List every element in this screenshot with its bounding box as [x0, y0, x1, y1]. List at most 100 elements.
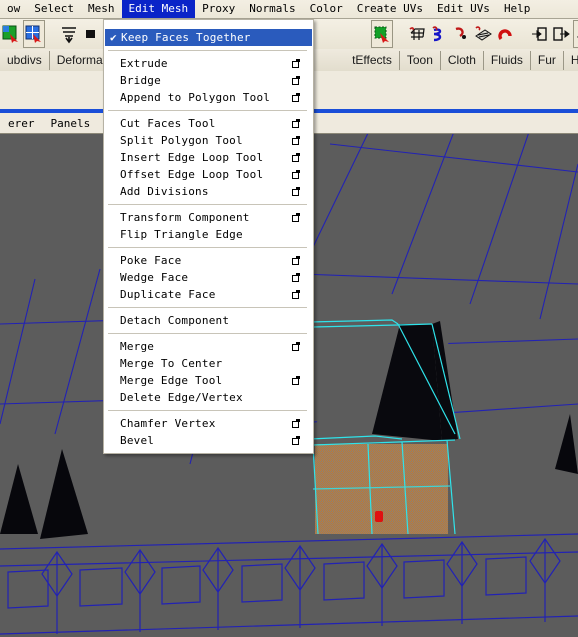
menu-item-detach-component[interactable]: Detach Component [104, 312, 313, 329]
menu-item-help[interactable]: Help [497, 0, 538, 18]
selected-mesh [312, 321, 458, 534]
menu-item-keep-faces-together[interactable]: ✔ Keep Faces Together [105, 29, 312, 46]
option-box-icon[interactable] [292, 119, 301, 128]
check-icon: ✔ [110, 31, 117, 44]
menu-item-add-divisions[interactable]: Add Divisions [104, 183, 313, 200]
magnet-point-icon[interactable] [451, 21, 471, 47]
menu-item-label: Bevel [120, 434, 155, 447]
option-box-icon[interactable] [292, 213, 301, 222]
shelf-tab-effects[interactable]: tEffects [345, 50, 400, 70]
shelf-tab-fluids[interactable]: Fluids [484, 50, 531, 70]
shelf-tab-hair[interactable]: Hair [564, 51, 578, 70]
paint-select-icon[interactable] [371, 20, 393, 48]
menu-item-label: Flip Triangle Edge [120, 228, 243, 241]
menu-separator [108, 333, 307, 334]
menu-item-append-to-polygon-tool[interactable]: Append to Polygon Tool [104, 89, 313, 106]
menu-separator [108, 247, 307, 248]
menu-item-merge-to-center[interactable]: Merge To Center [104, 355, 313, 372]
menu-item-mesh[interactable]: Mesh [81, 0, 122, 18]
menu-separator [108, 307, 307, 308]
menu-item-duplicate-face[interactable]: Duplicate Face [104, 286, 313, 303]
edit-mesh-dropdown-menu[interactable]: ✔ Keep Faces Together Extrude Bridge App… [103, 19, 314, 454]
menu-item-ow[interactable]: ow [0, 0, 27, 18]
menu-item-label: Add Divisions [120, 185, 209, 198]
option-box-icon[interactable] [292, 436, 301, 445]
menu-item-select[interactable]: Select [27, 0, 81, 18]
menu-item-label: Append to Polygon Tool [120, 91, 271, 104]
soft-modification-icon[interactable] [59, 21, 79, 47]
menu-item-label: Insert Edge Loop Tool [120, 151, 264, 164]
menu-item-offset-edge-loop-tool[interactable]: Offset Edge Loop Tool [104, 166, 313, 183]
menu-item-label: Cut Faces Tool [120, 117, 216, 130]
panel-menu-panels[interactable]: Panels [43, 116, 99, 131]
poly-grid-select-icon[interactable] [23, 20, 45, 48]
magnet-icon[interactable] [495, 21, 515, 47]
panel-menu-renderer[interactable]: erer [0, 116, 43, 131]
menu-item-label: Delete Edge/Vertex [120, 391, 243, 404]
option-box-icon[interactable] [292, 376, 301, 385]
menu-item-label: Merge To Center [120, 357, 223, 370]
menu-item-label: Transform Component [120, 211, 250, 224]
menu-item-merge[interactable]: Merge [104, 338, 313, 355]
menu-item-bevel[interactable]: Bevel [104, 432, 313, 449]
option-box-icon[interactable] [292, 153, 301, 162]
menu-item-split-polygon-tool[interactable]: Split Polygon Tool [104, 132, 313, 149]
option-box-icon[interactable] [292, 93, 301, 102]
square-filled-icon[interactable] [81, 21, 101, 47]
menu-item-label: Merge Edge Tool [120, 374, 223, 387]
menu-item-edit-mesh[interactable]: Edit Mesh [121, 0, 196, 18]
option-box-icon[interactable] [292, 342, 301, 351]
menu-separator [108, 110, 307, 111]
menu-item-extrude[interactable]: Extrude [104, 55, 313, 72]
menu-item-normals[interactable]: Normals [242, 0, 302, 18]
menu-item-edit-uvs[interactable]: Edit UVs [430, 0, 497, 18]
option-box-icon[interactable] [292, 256, 301, 265]
import-icon[interactable] [529, 21, 549, 47]
option-box-icon[interactable] [292, 273, 301, 282]
poly-face-select-icon[interactable] [1, 21, 21, 47]
menu-item-cut-faces-tool[interactable]: Cut Faces Tool [104, 115, 313, 132]
menu-item-wedge-face[interactable]: Wedge Face [104, 269, 313, 286]
main-menu-bar[interactable]: ow Select Mesh Edit Mesh Proxy Normals C… [0, 0, 578, 19]
option-box-icon[interactable] [292, 59, 301, 68]
menu-item-proxy[interactable]: Proxy [195, 0, 242, 18]
menu-item-label: Bridge [120, 74, 161, 87]
menu-item-flip-triangle-edge[interactable]: Flip Triangle Edge [104, 226, 313, 243]
menu-item-create-uvs[interactable]: Create UVs [350, 0, 430, 18]
menu-item-chamfer-vertex[interactable]: Chamfer Vertex [104, 415, 313, 432]
rigid-body-icon[interactable] [573, 20, 578, 48]
menu-item-merge-edge-tool[interactable]: Merge Edge Tool [104, 372, 313, 389]
maya-application-window: ow Select Mesh Edit Mesh Proxy Normals C… [0, 0, 578, 637]
menu-item-label: Split Polygon Tool [120, 134, 243, 147]
lattice-icon[interactable] [407, 21, 427, 47]
menu-item-label: Keep Faces Together [121, 31, 251, 44]
export-icon[interactable] [551, 21, 571, 47]
option-box-icon[interactable] [292, 419, 301, 428]
shelf-tab-cloth[interactable]: Cloth [441, 50, 484, 70]
menu-item-label: Poke Face [120, 254, 182, 267]
menu-item-label: Chamfer Vertex [120, 417, 216, 430]
menu-item-transform-component[interactable]: Transform Component [104, 209, 313, 226]
shelf-tab-fur[interactable]: Fur [531, 50, 564, 70]
menu-separator [108, 410, 307, 411]
shelf-tab-subdivs[interactable]: ubdivs [0, 50, 50, 70]
option-box-icon[interactable] [292, 136, 301, 145]
menu-item-label: Duplicate Face [120, 288, 216, 301]
menu-separator [108, 50, 307, 51]
option-box-icon[interactable] [292, 290, 301, 299]
menu-item-delete-edge-vertex[interactable]: Delete Edge/Vertex [104, 389, 313, 406]
option-box-icon[interactable] [292, 187, 301, 196]
menu-item-label: Detach Component [120, 314, 230, 327]
menu-item-label: Offset Edge Loop Tool [120, 168, 264, 181]
option-box-icon[interactable] [292, 170, 301, 179]
menu-item-poke-face[interactable]: Poke Face [104, 252, 313, 269]
wire-deform-icon[interactable] [473, 21, 493, 47]
menu-item-bridge[interactable]: Bridge [104, 72, 313, 89]
menu-item-color[interactable]: Color [303, 0, 350, 18]
active-vertex-marker [375, 511, 383, 522]
option-box-icon[interactable] [292, 76, 301, 85]
shelf-tab-toon[interactable]: Toon [400, 50, 441, 70]
menu-item-label: Extrude [120, 57, 168, 70]
curve-flow-icon[interactable] [429, 21, 449, 47]
menu-item-insert-edge-loop-tool[interactable]: Insert Edge Loop Tool [104, 149, 313, 166]
